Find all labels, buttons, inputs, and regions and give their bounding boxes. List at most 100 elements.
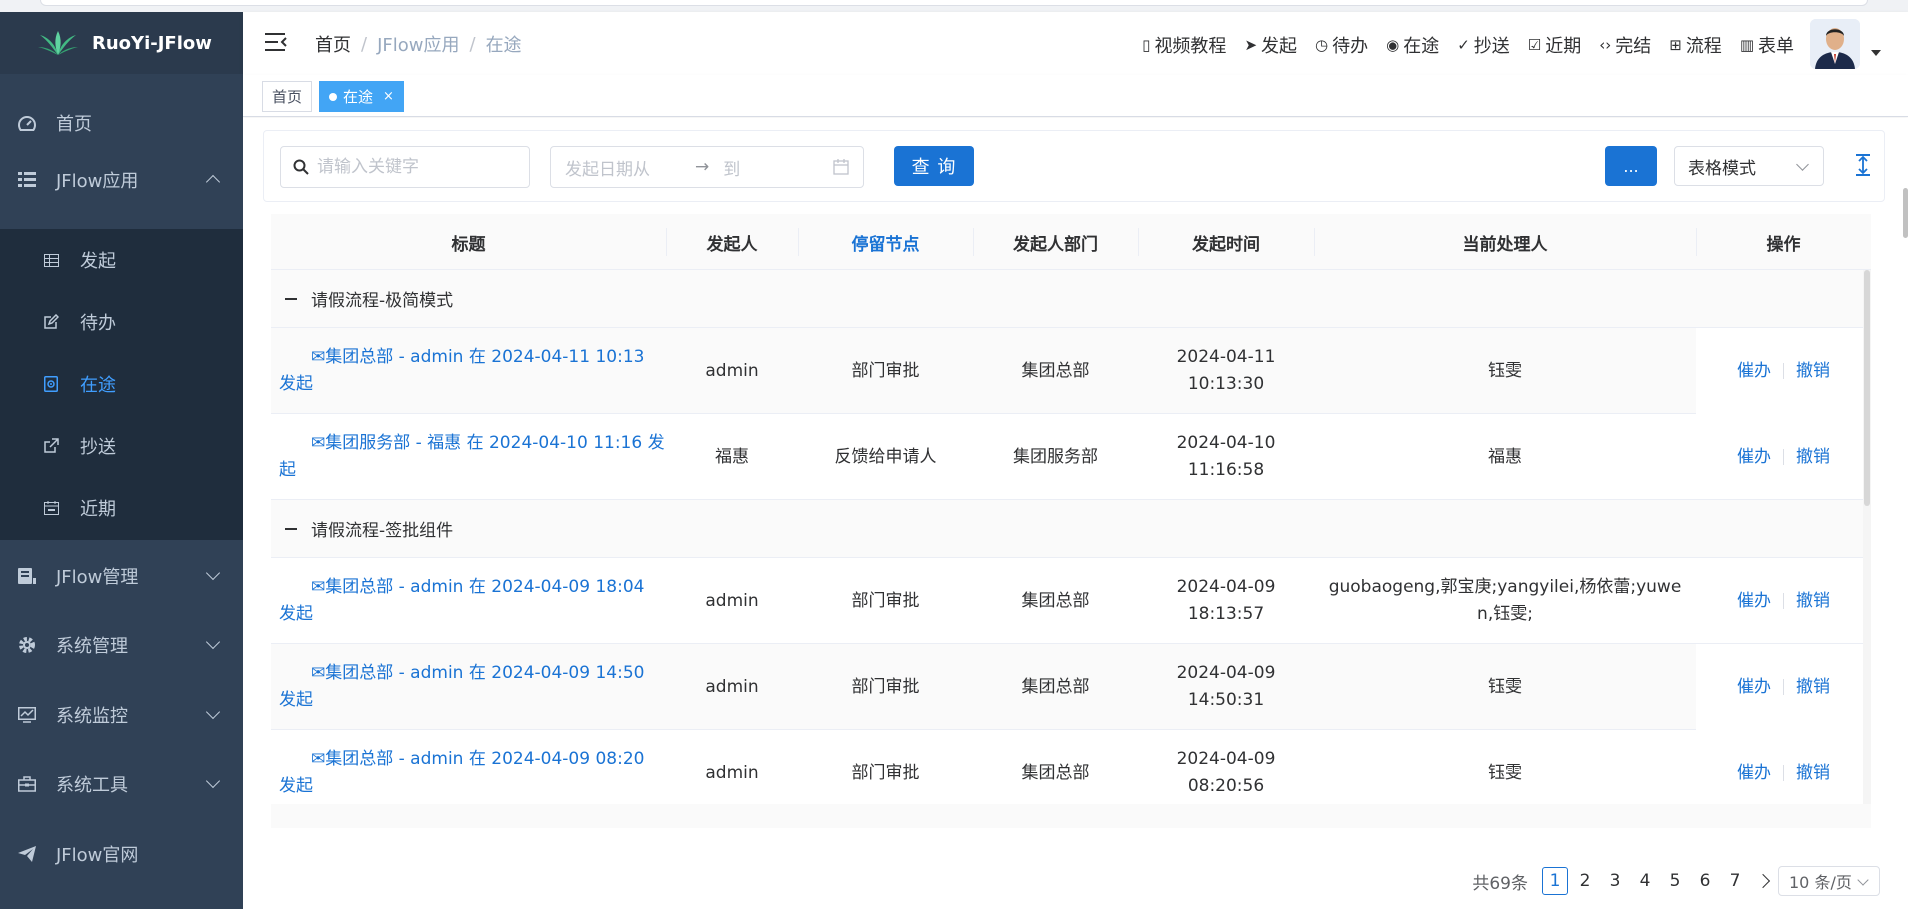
cell-dept: 集团总部 [1021,676,1090,697]
sidebar-item-website[interactable]: JFlow官网 [0,823,243,885]
calendar-icon [42,499,60,517]
tag-in-transit[interactable]: 在途 × [319,81,404,112]
scrollbar-thumb[interactable] [1864,270,1870,506]
page-size-select[interactable]: 10 条/页 [1778,866,1880,896]
sidebar-subitem-in-transit[interactable]: 在途 [0,353,243,415]
column-header-starter[interactable]: 发起人 [666,214,798,270]
hamburger-icon[interactable] [265,32,287,52]
table-row[interactable]: ✉集团总部 - admin 在 2024-04-09 14:50 发起 admi… [271,644,1871,730]
date-range-picker[interactable]: 发起日期从 → 到 [550,146,864,188]
sidebar-item-monitor[interactable]: 系统监控 [0,684,243,746]
column-header-title[interactable]: 标题 [271,214,666,270]
sidebar-subitem-cc[interactable]: 抄送 [0,415,243,477]
chevron-right-icon[interactable] [1755,873,1771,889]
logo[interactable]: RuoYi-JFlow [0,12,243,74]
nav-video-tutorial[interactable]: ▯ 视频教程 [1142,32,1226,58]
group-row[interactable]: 请假流程-极简模式 [271,270,1871,328]
display-mode-select[interactable]: 表格模式 [1674,146,1824,186]
column-header-node[interactable]: 停留节点 [798,214,973,270]
sidebar-subitem-label: 待办 [80,313,116,334]
urge-button[interactable]: 催办 [1737,760,1771,787]
more-button[interactable]: ... [1605,146,1657,186]
urge-button[interactable]: 催办 [1737,358,1771,385]
dot-icon [329,92,337,101]
nav-recent[interactable]: ☑ 近期 [1528,32,1581,58]
column-header-handler[interactable]: 当前处理人 [1314,214,1696,270]
urge-button[interactable]: 催办 [1737,674,1771,701]
tag-home[interactable]: 首页 [262,81,313,112]
page-scrollbar[interactable] [1903,188,1908,238]
search-box[interactable] [280,146,530,188]
nav-label: 待办 [1332,36,1369,57]
group-label: 请假流程-极简模式 [311,291,454,311]
cell-node: 反馈给申请人 [834,446,937,467]
revoke-button[interactable]: 撤销 [1796,760,1830,787]
page-number[interactable]: 2 [1572,867,1598,895]
collapse-minus-icon[interactable] [285,527,297,530]
revoke-button[interactable]: 撤销 [1796,358,1830,385]
row-title-link[interactable]: ✉集团总部 - admin 在 2024-04-09 08:20 发起 [271,730,666,804]
row-title-link[interactable]: ✉集团服务部 - 福惠 在 2024-04-10 11:16 发起 [271,414,666,500]
date-from-input[interactable]: 发起日期从 [565,155,685,180]
row-title-link[interactable]: ✉集团总部 - admin 在 2024-04-11 10:13 发起 [271,328,666,414]
urge-button[interactable]: 催办 [1737,444,1771,471]
revoke-button[interactable]: 撤销 [1796,588,1830,615]
sidebar-item-jflow-app[interactable]: JFlow应用 [0,149,243,211]
cell-time: 2024-04-09 14:50:31 [1138,644,1314,730]
table-scrollbar[interactable] [1863,270,1871,804]
column-header-actions: 操作 [1766,234,1801,255]
sidebar-subitem-recent[interactable]: 近期 [0,477,243,539]
action-divider [1783,679,1784,695]
table-row[interactable]: ✉集团总部 - admin 在 2024-04-09 18:04 发起 admi… [271,558,1871,644]
breadcrumb-item[interactable]: 首页 [315,31,351,57]
query-button[interactable]: 查 询 [894,146,974,186]
group-row[interactable]: 请假流程-签批组件 [271,500,1871,558]
nav-flow[interactable]: ⊞ 流程 [1669,32,1722,58]
caret-down-icon[interactable] [1871,50,1881,56]
urge-button[interactable]: 催办 [1737,588,1771,615]
column-header-dept[interactable]: 发起人部门 [973,214,1138,270]
collapse-toolbar-icon[interactable] [1851,151,1875,179]
nav-in-transit[interactable]: ◉ 在途 [1386,32,1439,58]
sidebar-item-system[interactable]: 系统管理 [0,614,243,676]
page-number[interactable]: 3 [1602,867,1628,895]
row-title-link[interactable]: ✉集团总部 - admin 在 2024-04-09 18:04 发起 [271,558,666,644]
sidebar-subitem-todo[interactable]: 待办 [0,291,243,353]
date-to-input[interactable]: 到 [723,155,823,180]
table-row[interactable]: ✉集团总部 - admin 在 2024-04-11 10:13 发起 admi… [271,328,1871,414]
revoke-button[interactable]: 撤销 [1796,674,1830,701]
search-input[interactable] [317,157,517,177]
sidebar-subitem-start[interactable]: 发起 [0,229,243,291]
row-title-link[interactable]: ✉集团总部 - admin 在 2024-04-09 14:50 发起 [271,644,666,730]
chevron-down-icon [205,565,221,581]
close-icon[interactable]: × [383,89,394,104]
column-header-time[interactable]: 发起时间 [1138,214,1314,270]
avatar[interactable] [1810,19,1860,69]
sidebar-item-tools[interactable]: 系统工具 [0,753,243,815]
table-row[interactable]: ✉集团服务部 - 福惠 在 2024-04-10 11:16 发起 福惠 反馈给… [271,414,1871,500]
nav-label: 近期 [1545,36,1582,57]
page-number[interactable]: 1 [1542,867,1568,895]
chevron-down-icon [205,773,221,789]
time-clock: 14:50:31 [1187,690,1265,710]
page-number[interactable]: 5 [1662,867,1688,895]
tag-label: 在途 [343,88,374,106]
page-number[interactable]: 6 [1692,867,1718,895]
nav-cc[interactable]: ✓ 抄送 [1457,32,1510,58]
nav-todo[interactable]: ◷ 待办 [1315,32,1368,58]
page-number[interactable]: 4 [1632,867,1658,895]
browser-top-strip [0,0,1908,12]
sidebar-item-home[interactable]: 首页 [0,92,243,154]
nav-form[interactable]: ▥ 表单 [1740,32,1794,58]
sidebar-subitem-label: 抄送 [80,437,116,458]
nav-start[interactable]: ➤ 发起 [1244,32,1297,58]
sidebar-item-jflow-manage[interactable]: JFlow管理 [0,545,243,607]
time-clock: 08:20:56 [1187,776,1265,796]
collapse-minus-icon[interactable] [285,297,297,300]
action-divider [1783,765,1784,781]
nav-completed[interactable]: ‹› 完结 [1599,32,1651,58]
revoke-button[interactable]: 撤销 [1796,444,1830,471]
table-row[interactable]: ✉集团总部 - admin 在 2024-04-09 08:20 发起 admi… [271,730,1871,804]
page-number[interactable]: 7 [1722,867,1748,895]
group-label: 请假流程-签批组件 [311,521,454,541]
